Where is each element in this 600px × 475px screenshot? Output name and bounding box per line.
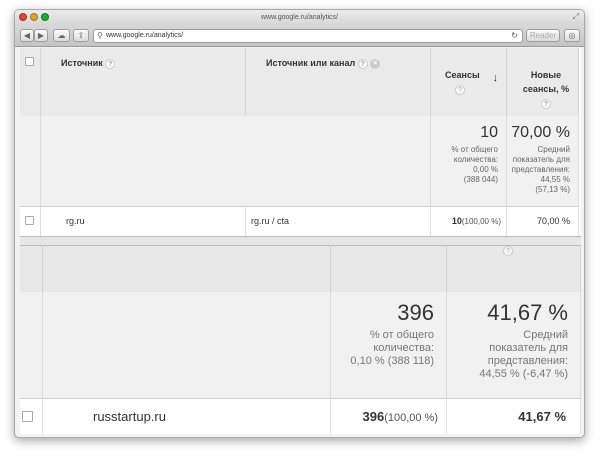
row-new-sessions: 70,00 % bbox=[536, 216, 570, 226]
title-bar: www.google.ru/analytics/ ⤢ bbox=[15, 10, 584, 25]
summary-sessions-value: 396 bbox=[397, 300, 434, 325]
row-source[interactable]: rg.ru bbox=[66, 216, 85, 226]
header-new-sessions-label: Новые сеансы, % bbox=[522, 70, 570, 94]
row-source[interactable]: russtartup.ru bbox=[93, 409, 166, 424]
table-row bbox=[20, 206, 41, 236]
browser-toolbar: ◀ ▶ ☁ ⇪ ⚲ www.google.ru/analytics/ ↻ Rea… bbox=[15, 25, 584, 47]
sort-desc-icon[interactable]: ↓ bbox=[493, 72, 499, 84]
header-source-medium[interactable]: Источник или канал ? × bbox=[246, 48, 431, 116]
address-text: www.google.ru/analytics/ bbox=[106, 32, 184, 39]
forward-button[interactable]: ▶ bbox=[34, 29, 48, 42]
close-window-button[interactable] bbox=[19, 13, 27, 21]
header-source-label: Источник bbox=[61, 58, 103, 68]
summary-new-note: Средний показатель для представления: 44… bbox=[479, 329, 568, 380]
remove-dimension-icon[interactable]: × bbox=[370, 58, 381, 69]
row-sessions: 10(100,00 %) bbox=[451, 216, 501, 226]
row-checkbox[interactable] bbox=[25, 216, 34, 225]
summary-empty bbox=[41, 116, 431, 206]
help-icon[interactable]: ? bbox=[503, 246, 513, 256]
reader-button[interactable]: Reader bbox=[526, 29, 560, 42]
help-icon[interactable]: ? bbox=[357, 58, 368, 69]
fullscreen-icon[interactable]: ⤢ bbox=[573, 12, 579, 22]
header-source-medium-label: Источник или канал bbox=[266, 58, 356, 68]
address-bar[interactable]: ⚲ www.google.ru/analytics/ ↻ bbox=[93, 29, 523, 43]
help-icon[interactable]: ? bbox=[455, 85, 465, 95]
summary-sessions: 10 % от общего количества: 0,00 % (388 0… bbox=[431, 116, 507, 206]
summary-empty bbox=[43, 292, 331, 398]
header-new-sessions[interactable]: Новые сеансы, % ? bbox=[507, 48, 579, 116]
site-icon: ⚲ bbox=[97, 31, 103, 40]
table-row bbox=[20, 398, 43, 434]
zoom-window-button[interactable] bbox=[41, 13, 49, 21]
summary-sessions-note: % от общего количества: 0,10 % (388 118) bbox=[350, 329, 434, 367]
page-content: Источник ? Источник или канал ? × Сеансы… bbox=[20, 48, 581, 434]
analytics-table-2: ? 396 % от общего количества: 0,10 % (38… bbox=[20, 246, 581, 434]
browser-window: www.google.ru/analytics/ ⤢ ◀ ▶ ☁ ⇪ ⚲ www… bbox=[14, 9, 585, 438]
settings-button[interactable]: ◎ bbox=[564, 29, 580, 42]
help-icon[interactable]: ? bbox=[541, 98, 551, 109]
row-new-sessions: 41,67 % bbox=[518, 409, 566, 424]
back-button[interactable]: ◀ bbox=[20, 29, 34, 42]
help-icon[interactable]: ? bbox=[105, 58, 116, 69]
summary-sessions-note: % от общего количества: 0,00 % (388 044) bbox=[451, 145, 498, 184]
summary-sessions: 396 % от общего количества: 0,10 % (388 … bbox=[331, 292, 447, 398]
panel-divider bbox=[20, 236, 581, 246]
minimize-window-button[interactable] bbox=[30, 13, 38, 21]
summary-new-sessions: 41,67 % Средний показатель для представл… bbox=[447, 292, 581, 398]
analytics-table-1: Источник ? Источник или канал ? × Сеансы… bbox=[20, 48, 579, 236]
select-all-checkbox[interactable] bbox=[25, 57, 34, 66]
row-source-medium[interactable]: rg.ru / cta bbox=[251, 216, 289, 226]
header-sessions-label: Сеансы bbox=[445, 70, 480, 80]
header-source[interactable]: Источник ? bbox=[41, 48, 246, 116]
reload-icon[interactable]: ↻ bbox=[511, 30, 518, 42]
window-title: www.google.ru/analytics/ bbox=[260, 14, 339, 21]
summary-new-note: Средний показатель для представления: 44… bbox=[511, 145, 570, 194]
header-sessions[interactable]: Сеансы ? ↓ bbox=[431, 48, 507, 116]
icloud-button[interactable]: ☁ bbox=[53, 29, 70, 42]
summary-sessions-value: 10 bbox=[480, 124, 498, 141]
summary-new-sessions: 70,00 % Средний показатель для представл… bbox=[507, 116, 579, 206]
summary-new-value: 41,67 % bbox=[487, 300, 568, 325]
row-checkbox[interactable] bbox=[22, 411, 33, 422]
header-checkbox-cell bbox=[20, 48, 41, 116]
summary-new-value: 70,00 % bbox=[511, 124, 570, 141]
share-button[interactable]: ⇪ bbox=[73, 29, 89, 42]
row-sessions: 396(100,00 %) bbox=[362, 409, 438, 424]
